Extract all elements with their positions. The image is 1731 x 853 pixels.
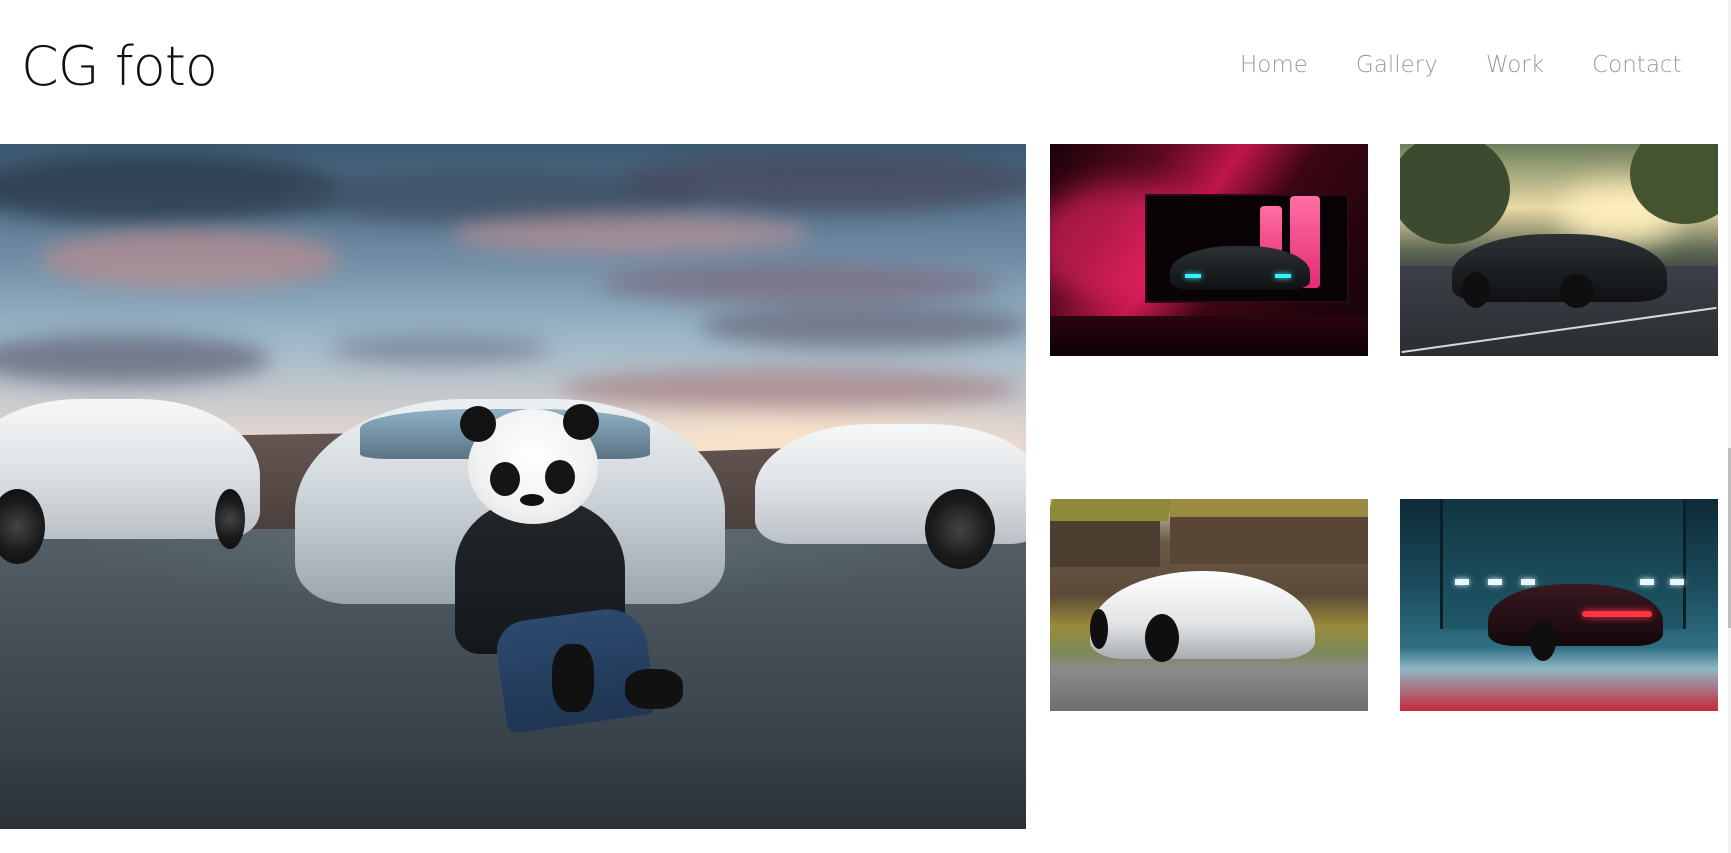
panda-eye [490,462,520,496]
light [1670,579,1684,585]
wooden-house [1170,509,1368,564]
hero-photo[interactable] [0,144,1026,829]
cloud [560,369,1020,409]
nav-home-link[interactable]: Home [1240,48,1308,82]
panda-nose [520,494,544,506]
gallery-thumb-neon-garage[interactable] [1050,144,1368,356]
grass-roof [1050,499,1172,521]
nav-contact-link[interactable]: Contact [1592,48,1681,82]
light [1640,579,1654,585]
panda-ear [460,406,496,442]
cloud [450,214,810,254]
nav-work-link[interactable]: Work [1486,48,1544,82]
mclaren-car [1090,571,1315,659]
gallery-thumb-black-mustang[interactable] [1400,144,1718,356]
panda-eye [545,460,575,494]
tree [1400,144,1510,244]
gallery-thumb-white-mclaren[interactable] [1050,499,1368,711]
light [1455,579,1469,585]
cloud [700,304,1026,349]
headlight [1185,274,1201,278]
wheel [215,489,245,549]
wheel [1560,274,1594,308]
panda-ear [563,404,599,440]
cloud [40,229,340,289]
garage-car [1170,246,1310,290]
light [1521,579,1535,585]
cloud [600,264,1000,304]
shoe [625,669,683,709]
wheel [1462,272,1490,308]
page: CG foto Home Gallery Work Contact [0,0,1731,853]
gallery-thumb-dark-challenger[interactable] [1400,499,1718,711]
light [1488,579,1502,585]
site-logo[interactable]: CG foto [21,32,218,102]
wheel [1145,614,1179,662]
tail-light [1582,611,1652,617]
headlight [1275,274,1291,278]
main-nav: Home Gallery Work Contact [1240,48,1682,82]
wheel [925,489,995,569]
cloud [620,152,1026,212]
grass-roof [1170,499,1368,517]
nav-gallery-link[interactable]: Gallery [1356,48,1438,82]
floor [1050,316,1368,356]
wheel [1530,621,1556,661]
cloud [330,334,550,364]
shoe [552,644,594,712]
wheel [1090,609,1108,649]
